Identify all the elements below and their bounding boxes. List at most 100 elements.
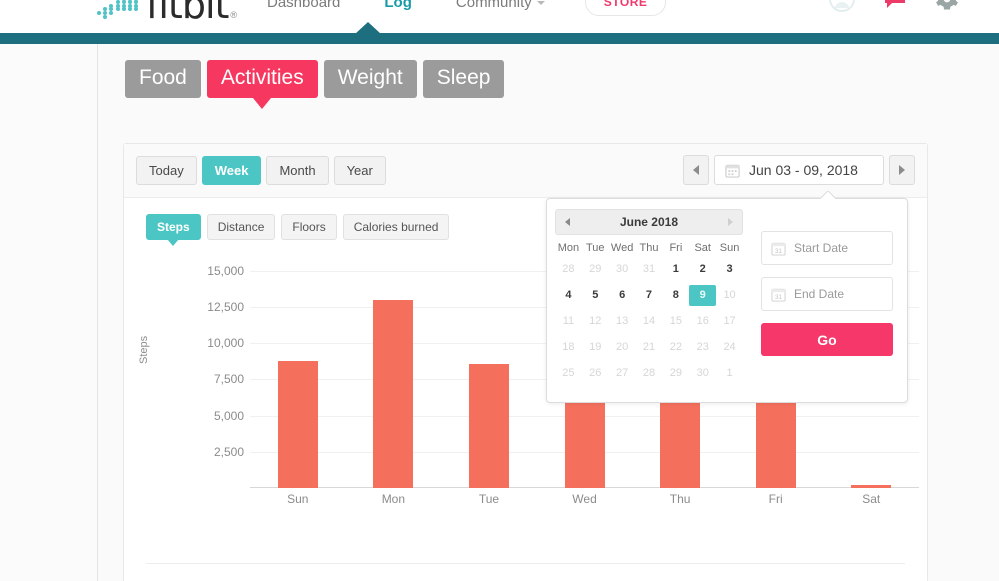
x-axis-labels: Sun Mon Tue Wed Thu Fri Sat bbox=[250, 492, 919, 506]
card-header: Today Week Month Year Jun 03 - 09, 2018 bbox=[124, 144, 927, 198]
nav-icon-group bbox=[829, 0, 959, 12]
calendar-day[interactable]: 26 bbox=[582, 363, 609, 384]
metric-tab-calories-burned[interactable]: Calories burned bbox=[342, 214, 450, 240]
tab-activities[interactable]: Activities bbox=[206, 60, 318, 110]
calendar-day[interactable]: 22 bbox=[662, 337, 689, 358]
y-axis-tick: 5,000 bbox=[213, 408, 244, 423]
calendar-week-row: 11 12 13 14 15 16 17 bbox=[555, 311, 743, 332]
primary-nav-links: Dashboard Log Community STORE bbox=[245, 0, 667, 16]
calendar-day[interactable]: 23 bbox=[689, 337, 716, 358]
store-button[interactable]: STORE bbox=[584, 0, 667, 16]
calendar-day[interactable]: 29 bbox=[582, 259, 609, 280]
period-button-today[interactable]: Today bbox=[136, 156, 197, 185]
nav-link-community[interactable]: Community bbox=[434, 0, 567, 11]
calendar-day-names: Mon Tue Wed Thu Fri Sat Sun bbox=[555, 242, 743, 254]
period-button-month[interactable]: Month bbox=[266, 156, 329, 185]
chevron-left-icon bbox=[693, 165, 699, 175]
calendar-day[interactable]: 8 bbox=[662, 285, 689, 306]
period-selector: Today Week Month Year bbox=[136, 156, 386, 185]
date-range-field[interactable]: Jun 03 - 09, 2018 bbox=[714, 155, 884, 185]
y-axis-tick: 7,500 bbox=[213, 372, 244, 387]
date-range-selector: Jun 03 - 09, 2018 bbox=[683, 155, 915, 185]
chart-bar[interactable] bbox=[851, 485, 892, 488]
end-date-field[interactable]: 31 End Date bbox=[761, 277, 893, 311]
trademark-symbol: ® bbox=[230, 10, 238, 20]
x-axis-label: Sat bbox=[862, 492, 881, 506]
go-button[interactable]: Go bbox=[761, 323, 893, 356]
calendar-day[interactable]: 31 bbox=[636, 259, 663, 280]
chart-bar[interactable] bbox=[373, 299, 414, 488]
date-picker-popup: June 2018 Mon Tue Wed Thu Fri Sat Sun 28 29 30 31… bbox=[546, 198, 908, 403]
calendar-next-month-icon[interactable] bbox=[727, 218, 733, 226]
calendar-day[interactable]: 4 bbox=[555, 285, 582, 306]
chat-bubble-icon[interactable] bbox=[883, 0, 907, 11]
calendar-day[interactable]: 24 bbox=[716, 337, 743, 358]
period-button-week[interactable]: Week bbox=[201, 156, 262, 185]
calendar-day[interactable]: 1 bbox=[716, 363, 743, 384]
calendar-day[interactable]: 30 bbox=[609, 259, 636, 280]
calendar-day[interactable]: 7 bbox=[636, 285, 663, 306]
calendar-day[interactable]: 28 bbox=[555, 259, 582, 280]
date-range-value: Jun 03 - 09, 2018 bbox=[749, 162, 858, 178]
calendar-day[interactable]: 1 bbox=[662, 259, 689, 280]
calendar-day[interactable]: 12 bbox=[582, 311, 609, 332]
calendar-day[interactable]: 29 bbox=[662, 363, 689, 384]
metric-tab-distance[interactable]: Distance bbox=[206, 214, 276, 240]
calendar-week-row: 4 5 6 7 8 9 10 bbox=[555, 285, 743, 306]
calendar-day[interactable]: 27 bbox=[609, 363, 636, 384]
nav-link-dashboard[interactable]: Dashboard bbox=[245, 0, 362, 11]
user-avatar-icon[interactable] bbox=[829, 0, 855, 12]
y-axis-tick: 2,500 bbox=[213, 444, 244, 459]
tab-weight[interactable]: Weight bbox=[323, 60, 417, 99]
calendar-day[interactable]: 5 bbox=[582, 285, 609, 306]
x-axis-label: Mon bbox=[381, 492, 406, 506]
start-date-field[interactable]: 31 Start Date bbox=[761, 231, 893, 265]
teal-accent-band bbox=[0, 33, 999, 44]
metric-tab-floors[interactable]: Floors bbox=[281, 214, 337, 240]
next-week-button[interactable] bbox=[889, 155, 915, 185]
chevron-down-icon bbox=[536, 0, 545, 5]
calendar-month-title: June 2018 bbox=[619, 215, 679, 229]
metric-tab-steps[interactable]: Steps bbox=[146, 214, 201, 246]
bar-column bbox=[346, 256, 442, 488]
y-axis-ticks: 2,500 5,000 7,500 10,000 12,500 15,000 bbox=[162, 256, 244, 488]
calendar-day[interactable]: 30 bbox=[689, 363, 716, 384]
tab-sleep[interactable]: Sleep bbox=[422, 60, 505, 99]
calendar-day[interactable]: 18 bbox=[555, 337, 582, 358]
tab-food[interactable]: Food bbox=[125, 60, 201, 99]
nav-link-log[interactable]: Log bbox=[362, 0, 434, 11]
calendar-header: June 2018 bbox=[555, 209, 743, 235]
chart-bar[interactable] bbox=[468, 364, 509, 488]
gear-icon[interactable] bbox=[935, 0, 959, 11]
calendar-day-selected[interactable]: 9 bbox=[689, 285, 717, 306]
calendar-day-name: Mon bbox=[557, 242, 580, 254]
calendar-day[interactable]: 13 bbox=[609, 311, 636, 332]
calendar-day[interactable]: 28 bbox=[636, 363, 663, 384]
calendar-day[interactable]: 6 bbox=[609, 285, 636, 306]
previous-week-button[interactable] bbox=[683, 155, 709, 185]
calendar-week-row: 18 19 20 21 22 23 24 bbox=[555, 337, 743, 358]
calendar-day[interactable]: 15 bbox=[662, 311, 689, 332]
calendar-day[interactable]: 16 bbox=[689, 311, 716, 332]
calendar-day[interactable]: 10 bbox=[716, 285, 743, 306]
x-axis-label: Wed bbox=[572, 492, 597, 506]
calendar-day[interactable]: 25 bbox=[555, 363, 582, 384]
period-button-year[interactable]: Year bbox=[333, 156, 386, 185]
calendar-day[interactable]: 11 bbox=[555, 311, 582, 332]
calendar-prev-month-icon[interactable] bbox=[565, 218, 570, 226]
y-axis-tick: 15,000 bbox=[207, 263, 244, 278]
fitbit-logo[interactable]: fitbit ® bbox=[97, 0, 237, 24]
calendar-day[interactable]: 19 bbox=[582, 337, 609, 358]
x-axis-label: Sun bbox=[287, 492, 309, 506]
calendar-day[interactable]: 17 bbox=[716, 311, 743, 332]
calendar-day-name: Sat bbox=[694, 242, 711, 254]
chart-bar[interactable] bbox=[277, 361, 318, 488]
manual-date-entry: 31 Start Date 31 End Date Go bbox=[761, 231, 893, 356]
calendar-day[interactable]: 20 bbox=[609, 337, 636, 358]
calendar-day[interactable]: 21 bbox=[636, 337, 663, 358]
calendar-day[interactable]: 14 bbox=[636, 311, 663, 332]
calendar-day[interactable]: 2 bbox=[689, 259, 716, 280]
calendar-day[interactable]: 3 bbox=[716, 259, 743, 280]
totals-row: Totals 65,422steps 105floors 25.87miles … bbox=[146, 563, 905, 581]
y-axis-tick: 12,500 bbox=[207, 299, 244, 314]
